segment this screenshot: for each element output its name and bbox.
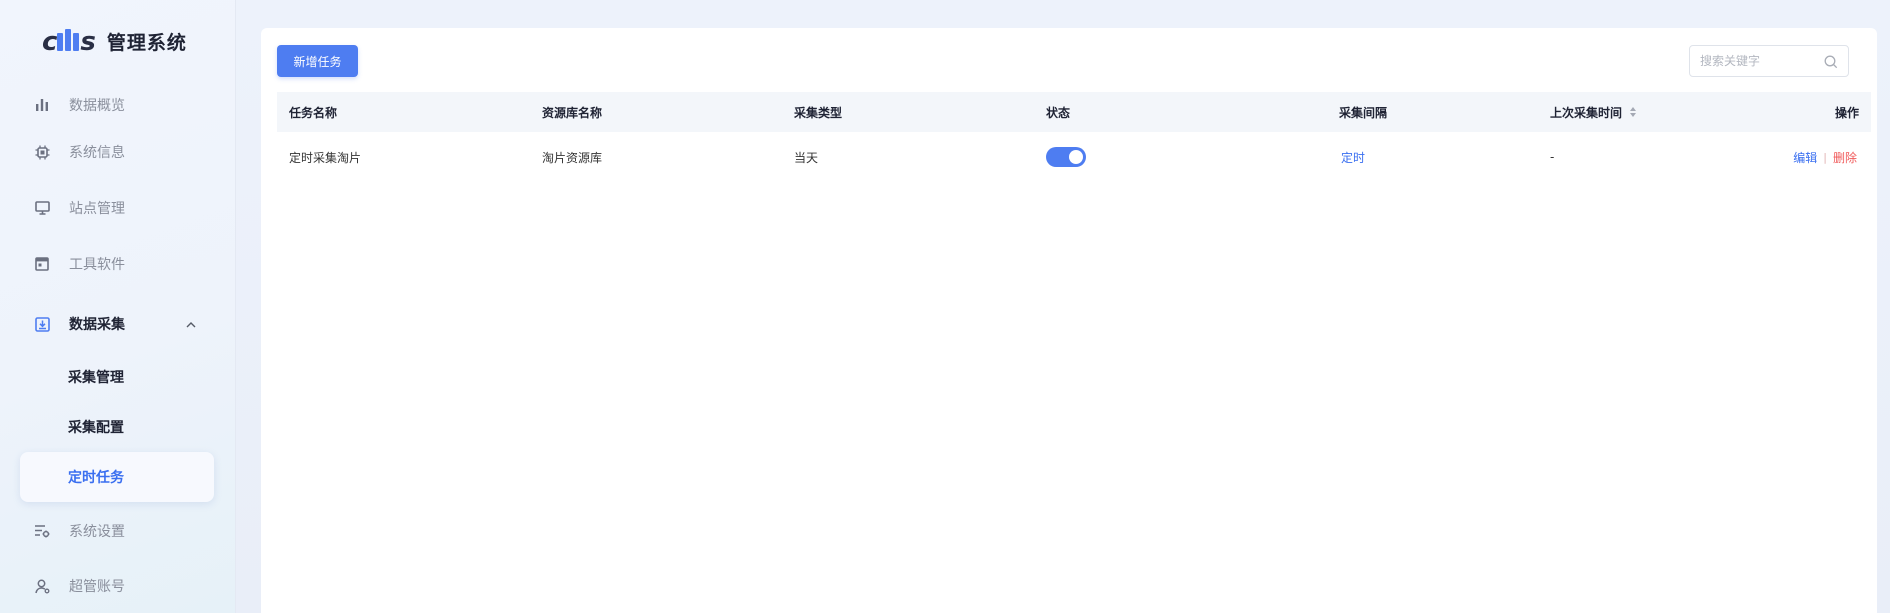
edit-link[interactable]: 编辑 (1793, 149, 1817, 166)
main-card: 新增任务 任务名称 资源库名称 采集类型 状态 采集间隔 上次采集时间 操作 定… (261, 28, 1877, 613)
sidebar-item-tools[interactable]: 工具软件 (20, 239, 214, 289)
cell-resource-name: 淘片资源库 (542, 150, 603, 165)
download-box-icon (33, 315, 51, 333)
sidebar-item-data-collection[interactable]: 数据采集 (20, 299, 214, 349)
search-icon[interactable] (1823, 54, 1839, 70)
sidebar-item-label: 系统设置 (69, 524, 125, 540)
logo[interactable]: c s 管理系统 (42, 26, 187, 56)
column-header-status: 状态 (1046, 105, 1071, 120)
chip-icon (33, 143, 51, 161)
sidebar-subitem-label: 采集配置 (68, 420, 124, 436)
app-title: 管理系统 (106, 31, 187, 54)
search-input[interactable] (1700, 54, 1824, 68)
sidebar-subitem-collect-manage[interactable]: 采集管理 (20, 352, 214, 402)
column-header-last-time[interactable]: 上次采集时间 (1550, 92, 1637, 132)
add-task-button[interactable]: 新增任务 (277, 45, 358, 77)
settings-list-icon (33, 522, 51, 540)
column-header-last-time-label: 上次采集时间 (1550, 105, 1623, 120)
cms-logo-icon: c s (42, 27, 96, 57)
cell-status (1046, 132, 1086, 182)
delete-link[interactable]: 删除 (1833, 149, 1857, 166)
interval-tag[interactable]: 定时 (1341, 149, 1365, 166)
sidebar-item-data-overview[interactable]: 数据概览 (20, 80, 214, 130)
table-header: 任务名称 资源库名称 采集类型 状态 采集间隔 上次采集时间 操作 (277, 92, 1871, 132)
sidebar: c s 管理系统 数据概览 系统信息 站点管理 工具软件 数据采集 采集管理 采… (0, 0, 236, 613)
chevron-up-icon (186, 317, 196, 332)
cell-actions: 编辑 | 删除 (1793, 132, 1857, 182)
sidebar-item-label: 工具软件 (69, 257, 125, 273)
user-icon (33, 577, 51, 595)
sidebar-subitem-label: 定时任务 (68, 470, 124, 486)
sidebar-subitem-collect-config[interactable]: 采集配置 (20, 402, 214, 452)
sidebar-item-label: 站点管理 (69, 201, 125, 217)
monitor-icon (33, 199, 51, 217)
table-row: 定时采集淘片 淘片资源库 当天 定时 - 编辑 | 删除 (277, 132, 1871, 182)
sidebar-item-label: 数据采集 (69, 317, 125, 333)
column-header-resource-name: 资源库名称 (542, 105, 603, 120)
sidebar-subitem-scheduled-tasks[interactable]: 定时任务 (20, 452, 214, 502)
cell-interval: 定时 (1341, 132, 1365, 182)
cell-task-name: 定时采集淘片 (289, 150, 362, 165)
sidebar-item-system-info[interactable]: 系统信息 (20, 127, 214, 177)
bar-chart-icon (33, 96, 51, 114)
column-header-actions: 操作 (1834, 105, 1859, 120)
column-header-task-name: 任务名称 (289, 105, 338, 120)
sidebar-item-admin-account[interactable]: 超管账号 (20, 561, 214, 611)
sort-icon[interactable] (1629, 106, 1637, 118)
action-separator: | (1823, 150, 1827, 164)
sidebar-item-label: 数据概览 (69, 98, 125, 114)
cell-collect-type: 当天 (794, 150, 819, 165)
window-icon (33, 255, 51, 273)
search-box[interactable] (1689, 45, 1849, 77)
sidebar-item-label: 系统信息 (69, 145, 125, 161)
sidebar-item-site-management[interactable]: 站点管理 (20, 183, 214, 233)
cell-last-time: - (1550, 150, 1555, 164)
column-header-collect-type: 采集类型 (794, 105, 843, 120)
column-header-interval: 采集间隔 (1339, 105, 1388, 120)
toggle-knob (1069, 150, 1083, 164)
sidebar-subitem-label: 采集管理 (68, 370, 124, 386)
status-toggle[interactable] (1046, 147, 1086, 167)
sidebar-item-system-settings[interactable]: 系统设置 (20, 506, 214, 556)
sidebar-item-label: 超管账号 (69, 579, 125, 595)
